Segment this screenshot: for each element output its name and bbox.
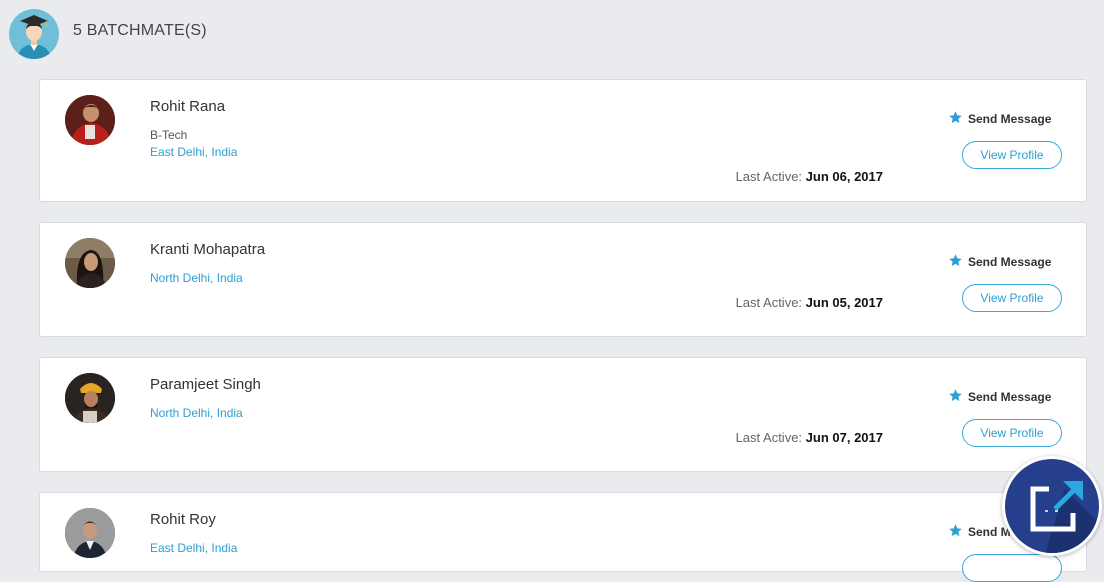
send-message-button[interactable]: Send Message	[948, 110, 1051, 126]
avatar[interactable]	[65, 373, 115, 423]
batchmate-card: Rohit Rana B-Tech East Delhi, India Last…	[39, 79, 1087, 202]
send-message-button[interactable]: Send Message	[948, 253, 1051, 269]
last-active-date: Jun 06, 2017	[805, 169, 883, 184]
batchmate-location[interactable]: North Delhi, India	[150, 271, 243, 285]
external-link-fab[interactable]	[1002, 456, 1102, 556]
send-message-label: Send M	[968, 525, 1011, 539]
view-profile-button[interactable]: View Profile	[962, 419, 1062, 447]
batchmate-card: Paramjeet Singh North Delhi, India Last …	[39, 357, 1087, 472]
last-active: Last Active: Jun 07, 2017	[736, 430, 883, 445]
batchmate-name[interactable]: Rohit Rana	[150, 98, 225, 115]
external-link-icon	[1030, 481, 1099, 553]
batchmate-degree: B-Tech	[150, 128, 188, 142]
star-icon	[949, 524, 962, 537]
last-active-label: Last Active:	[735, 169, 803, 184]
star-icon	[949, 254, 962, 267]
page-title: 5 BATCHMATE(S)	[73, 22, 207, 39]
view-profile-button[interactable]: View Profile	[962, 141, 1062, 169]
view-profile-button[interactable]	[962, 554, 1062, 582]
star-icon	[949, 389, 962, 402]
last-active: Last Active: Jun 06, 2017	[736, 169, 883, 184]
batchmate-card: Rohit Roy East Delhi, India Send M	[39, 492, 1087, 582]
batchmate-name[interactable]: Rohit Roy	[150, 511, 216, 528]
batchmate-card: Kranti Mohapatra North Delhi, India Last…	[39, 222, 1087, 337]
send-message-label: Send Message	[968, 112, 1052, 126]
batchmate-location[interactable]: North Delhi, India	[150, 406, 243, 420]
star-icon	[949, 111, 962, 124]
send-message-button[interactable]: Send M	[948, 523, 1011, 539]
send-message-label: Send Message	[968, 255, 1052, 269]
send-message-label: Send Message	[968, 390, 1052, 404]
batchmate-name[interactable]: Kranti Mohapatra	[150, 241, 265, 258]
avatar[interactable]	[65, 238, 115, 288]
last-active-label: Last Active:	[735, 295, 803, 310]
last-active-date: Jun 07, 2017	[805, 430, 883, 445]
view-profile-button[interactable]: View Profile	[962, 284, 1062, 312]
batchmate-location[interactable]: East Delhi, India	[150, 541, 237, 555]
batchmates-header: 5 BATCHMATE(S)	[0, 0, 1104, 66]
batchmate-location[interactable]: East Delhi, India	[150, 145, 237, 159]
graduate-avatar-icon	[9, 9, 59, 59]
last-active: Last Active: Jun 05, 2017	[736, 295, 883, 310]
last-active-date: Jun 05, 2017	[805, 295, 883, 310]
avatar[interactable]	[65, 508, 115, 558]
last-active-label: Last Active:	[735, 430, 803, 445]
send-message-button[interactable]: Send Message	[948, 388, 1051, 404]
avatar[interactable]	[65, 95, 115, 145]
batchmate-name[interactable]: Paramjeet Singh	[150, 376, 261, 393]
